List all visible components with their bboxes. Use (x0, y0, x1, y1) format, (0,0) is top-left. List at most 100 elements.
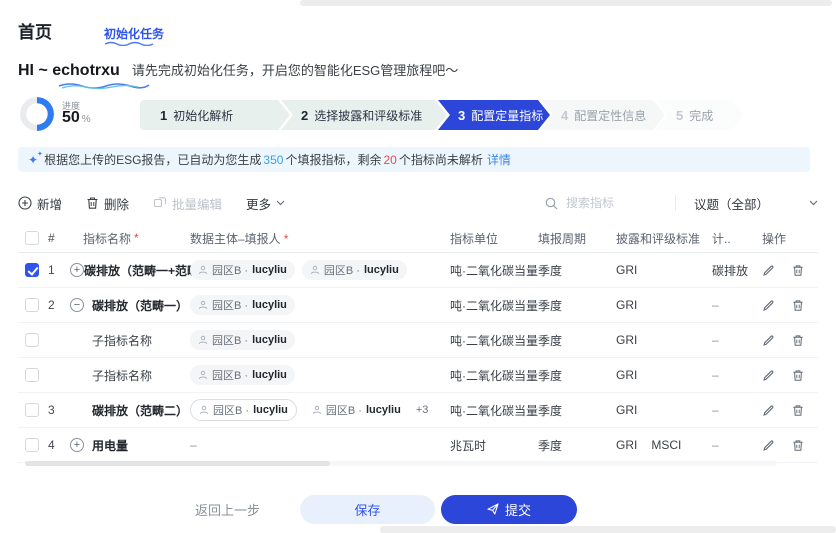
step-5-complete[interactable]: 5 完成 (656, 100, 744, 130)
standard-tag: GRI (616, 333, 637, 347)
subject-tag[interactable]: 园区B ·lucyliu (190, 399, 297, 421)
send-icon (487, 503, 499, 515)
col-subject: 数据主体–填报人* (190, 230, 450, 247)
report-period: 季度 (538, 437, 616, 454)
row-checkbox[interactable] (25, 403, 39, 417)
edit-icon[interactable] (762, 439, 775, 452)
row-checkbox[interactable] (25, 368, 39, 382)
standard-tag: GRI (616, 368, 637, 382)
indicator-unit: 吨·二氧化碳当量 (450, 402, 538, 419)
batch-edit-button[interactable]: 批量编辑 (153, 194, 222, 213)
search-input[interactable] (564, 195, 658, 211)
standard-tag: MSCI (651, 438, 681, 452)
auto-parse-notice: ✦✦ 根据您上传的ESG报告，已自动为您生成350个填报指标，剩余20个指标尚未… (18, 147, 810, 172)
standard-tag: GRI (616, 263, 637, 277)
window-top-scrollbar (300, 0, 832, 6)
edit-icon[interactable] (762, 404, 775, 417)
indicator-unit: 兆瓦时 (450, 437, 538, 454)
report-period: 季度 (538, 367, 616, 384)
table-row: 1 +碳排放（范畴一+范畴二） 园区B ·lucyliu 园区B ·lucyli… (18, 253, 818, 288)
delete-button[interactable]: 删除 (86, 194, 129, 213)
standard-tag: GRI (616, 438, 637, 452)
report-period: 季度 (538, 262, 616, 279)
delete-icon[interactable] (792, 404, 804, 417)
report-period: 季度 (538, 402, 616, 419)
subject-tag[interactable]: 园区B ·lucyliu (302, 260, 407, 280)
standard-tag: GRI (616, 403, 637, 417)
col-standard: 披露和评级标准 (616, 230, 712, 247)
subject-tag[interactable]: 园区B ·lucyliu (304, 400, 409, 420)
tab-underline-wave (104, 40, 154, 46)
edit-icon[interactable] (762, 369, 775, 382)
table-header: # 指标名称* 数据主体–填报人* 指标单位 填报周期 披露和评级标准 计.. … (18, 224, 818, 253)
delete-icon[interactable] (792, 334, 804, 347)
expand-icon[interactable]: + (70, 263, 84, 277)
delete-icon[interactable] (792, 264, 804, 277)
more-button[interactable]: 更多 (246, 194, 285, 213)
search-box (545, 195, 665, 211)
indicator-unit: 吨·二氧化碳当量 (450, 332, 538, 349)
detail-link[interactable]: 详情 (487, 153, 511, 167)
remaining-count: 20 (383, 153, 396, 167)
calc-value: – (712, 438, 762, 452)
row-checkbox[interactable] (25, 298, 39, 312)
edit-icon[interactable] (762, 299, 775, 312)
subject-tag[interactable]: 园区B ·lucyliu (190, 295, 295, 315)
delete-icon[interactable] (792, 299, 804, 312)
edit-icon[interactable] (762, 264, 775, 277)
person-icon (312, 405, 322, 415)
toolbar-right: 议题（全部） (545, 194, 818, 213)
chevron-down-icon (276, 200, 285, 206)
row-checkbox[interactable] (25, 263, 39, 277)
calc-value: – (712, 403, 762, 417)
indicator-unit: 吨·二氧化碳当量 (450, 262, 538, 279)
back-link[interactable]: 返回上一步 (195, 500, 260, 519)
expand-icon[interactable]: + (70, 438, 84, 452)
col-name: 指标名称* (70, 230, 190, 247)
add-button[interactable]: 新增 (18, 194, 62, 213)
submit-button[interactable]: 提交 (441, 495, 577, 524)
save-button[interactable]: 保存 (300, 495, 435, 524)
salutation-underline-wave (58, 81, 150, 89)
step-3-config-quantitative[interactable]: 3 配置定量指标 (438, 100, 550, 130)
row-checkbox[interactable] (25, 438, 39, 452)
step-4-config-qualitative[interactable]: 4 配置定性信息 (541, 100, 665, 130)
select-all-checkbox[interactable] (25, 231, 39, 245)
collapse-icon[interactable]: − (70, 298, 84, 312)
col-num: # (48, 231, 70, 245)
person-icon (198, 265, 208, 275)
table-row: 3 碳排放（范畴二） 园区B ·lucyliu 园区B ·lucyliu +3 … (18, 393, 818, 428)
table-row: 4 +用电量 – 兆瓦时 季度 GRIMSCI – (18, 428, 818, 463)
delete-icon[interactable] (792, 369, 804, 382)
row-checkbox[interactable] (25, 333, 39, 347)
batch-edit-icon (153, 196, 167, 210)
generated-count: 350 (263, 153, 283, 167)
window-bottom-scrollbar (380, 526, 836, 533)
col-actions: 操作 (762, 230, 818, 247)
subject-tag[interactable]: 园区B ·lucyliu (190, 330, 295, 350)
toolbar-divider (675, 195, 676, 211)
step-2-select-standards[interactable]: 2 选择披露和评级标准 (281, 100, 447, 130)
indicator-unit: 吨·二氧化碳当量 (450, 297, 538, 314)
subject-tag[interactable]: 园区B ·lucyliu (190, 365, 295, 385)
delete-icon[interactable] (792, 439, 804, 452)
indicator-unit: 吨·二氧化碳当量 (450, 367, 538, 384)
subject-tag[interactable]: 园区B ·lucyliu (190, 260, 295, 280)
subject-empty: – (190, 438, 197, 452)
col-period: 填报周期 (538, 230, 616, 247)
horizontal-scrollbar-thumb[interactable] (25, 461, 330, 466)
sparkle-icon: ✦✦ (28, 154, 38, 166)
topic-filter-dropdown[interactable]: 议题（全部） (694, 194, 818, 213)
step-1-init-parse[interactable]: 1 初始化解析 (140, 100, 290, 130)
person-icon (198, 370, 208, 380)
table-row-child: 子指标名称 园区B ·lucyliu 吨·二氧化碳当量 季度 GRI – (18, 323, 818, 358)
esg-init-task-page: 首页 初始化任务 HI ~ echotrxu 请先完成初始化任务，开启您的智能化… (0, 0, 836, 533)
progress-ring (20, 97, 54, 131)
more-subjects-badge[interactable]: +3 (416, 404, 429, 416)
stepper: 1 初始化解析 2 选择披露和评级标准 3 配置定量指标 4 配置定性信息 5 … (140, 100, 744, 130)
progress-value: 50% (62, 109, 91, 127)
standard-tag: GRI (616, 298, 637, 312)
edit-icon[interactable] (762, 334, 775, 347)
person-icon (199, 405, 209, 415)
greeting-message: 请先完成初始化任务，开启您的智能化ESG管理旅程吧～ (132, 60, 458, 79)
